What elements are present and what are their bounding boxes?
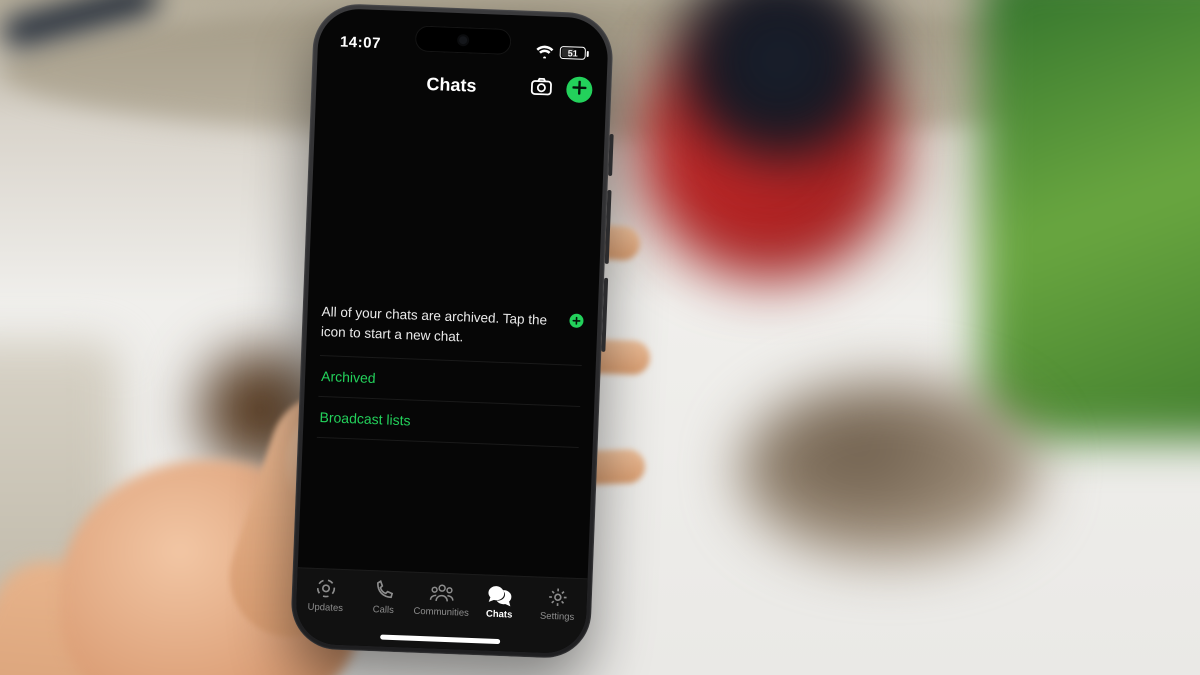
phone-frame: 14:07 51 Chats	[290, 2, 615, 659]
tab-label: Chats	[486, 609, 513, 621]
new-chat-button[interactable]	[566, 76, 593, 103]
tab-bar: Updates Calls	[295, 567, 588, 654]
home-indicator[interactable]	[380, 634, 500, 644]
chats-links: Archived Broadcast lists	[317, 355, 582, 448]
camera-button[interactable]	[528, 77, 555, 100]
tab-settings[interactable]: Settings	[529, 585, 586, 623]
battery-icon: 51	[560, 46, 586, 60]
new-chat-hint-icon	[569, 314, 584, 329]
chats-content: All of your chats are archived. Tap the …	[298, 102, 606, 579]
gear-icon	[546, 586, 569, 609]
wifi-icon	[536, 45, 554, 59]
photo-background: 14:07 51 Chats	[0, 0, 1200, 675]
tab-label: Communities	[413, 606, 469, 619]
tab-calls[interactable]: Calls	[355, 579, 412, 617]
page-title: Chats	[374, 71, 529, 98]
updates-icon	[315, 577, 338, 600]
chats-icon	[487, 584, 512, 607]
empty-state-text: All of your chats are archived. Tap the …	[321, 302, 562, 350]
phone-icon	[373, 579, 396, 602]
tab-label: Settings	[540, 611, 575, 623]
tab-chats[interactable]: Chats	[471, 583, 528, 621]
empty-state: All of your chats are archived. Tap the …	[321, 302, 584, 351]
status-bar: 14:07 51	[318, 8, 610, 65]
plus-icon	[572, 80, 587, 100]
communities-icon	[429, 581, 456, 604]
status-time: 14:07	[340, 33, 381, 52]
tab-updates[interactable]: Updates	[297, 576, 354, 614]
camera-icon	[530, 76, 553, 100]
broadcast-lists-link[interactable]: Broadcast lists	[317, 396, 580, 448]
tab-label: Calls	[372, 604, 394, 616]
tab-communities[interactable]: Communities	[413, 581, 470, 619]
phone-screen: 14:07 51 Chats	[295, 8, 609, 655]
tab-label: Updates	[307, 602, 343, 614]
